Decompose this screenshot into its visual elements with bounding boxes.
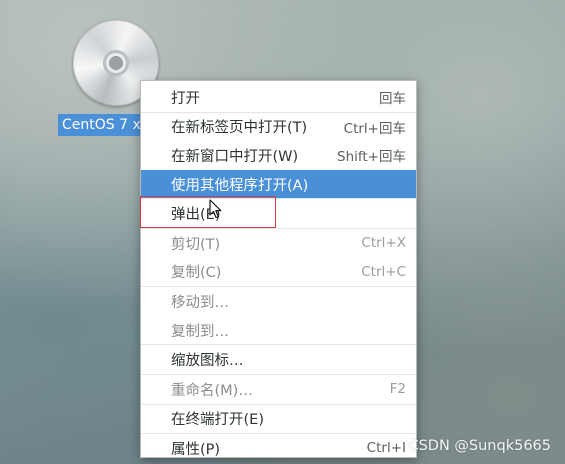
context-menu: 打开 回车 在新标签页中打开(T) Ctrl+回车 在新窗口中打开(W) Shi… (140, 80, 417, 458)
menu-item-shortcut: Ctrl+回车 (343, 120, 406, 137)
menu-item-rename: 重命名(M)… F2 (141, 375, 416, 404)
menu-item-open-new-tab[interactable]: 在新标签页中打开(T) Ctrl+回车 (141, 113, 416, 142)
menu-item-label: 剪切(T) (171, 236, 221, 253)
menu-item-open-new-window[interactable]: 在新窗口中打开(W) Shift+回车 (141, 141, 416, 170)
menu-item-properties[interactable]: 属性(P) Ctrl+I (141, 434, 416, 463)
menu-item-shortcut: Ctrl+C (361, 263, 406, 280)
menu-item-label: 移动到… (171, 294, 229, 311)
menu-item-label: 使用其他程序打开(A) (171, 177, 309, 194)
watermark-text: CSDN @Sunqk5665 (408, 438, 551, 454)
menu-item-label: 复制到… (171, 323, 229, 340)
menu-item-shortcut: Shift+回车 (337, 149, 406, 166)
menu-item-zoom-icon[interactable]: 缩放图标… (141, 345, 416, 374)
menu-item-open[interactable]: 打开 回车 (141, 83, 416, 112)
menu-item-label: 在终端打开(E) (171, 412, 264, 429)
menu-item-open-in-terminal[interactable]: 在终端打开(E) (141, 405, 416, 434)
menu-item-cut: 剪切(T) Ctrl+X (141, 229, 416, 258)
mouse-pointer-icon (209, 199, 222, 219)
menu-item-shortcut: 回车 (379, 91, 406, 108)
menu-item-label: 复制(C) (171, 265, 222, 282)
menu-item-copy: 复制(C) Ctrl+C (141, 258, 416, 287)
menu-item-label: 在新窗口中打开(W) (171, 148, 299, 165)
menu-item-label: 重命名(M)… (171, 382, 253, 399)
menu-item-copy-to: 复制到… (141, 316, 416, 345)
menu-item-label: 缩放图标… (171, 353, 244, 370)
menu-item-shortcut: Ctrl+X (361, 235, 406, 252)
menu-item-label: 属性(P) (171, 441, 221, 458)
menu-item-label: 打开 (171, 90, 200, 107)
menu-item-label: 在新标签页中打开(T) (171, 120, 308, 137)
menu-item-shortcut: F2 (389, 381, 406, 398)
menu-item-shortcut: Ctrl+I (366, 440, 406, 457)
menu-item-eject[interactable]: 弹出(E) (141, 199, 416, 228)
menu-item-move-to: 移动到… (141, 287, 416, 316)
menu-item-open-with-other-app[interactable]: 使用其他程序打开(A) (141, 169, 416, 199)
